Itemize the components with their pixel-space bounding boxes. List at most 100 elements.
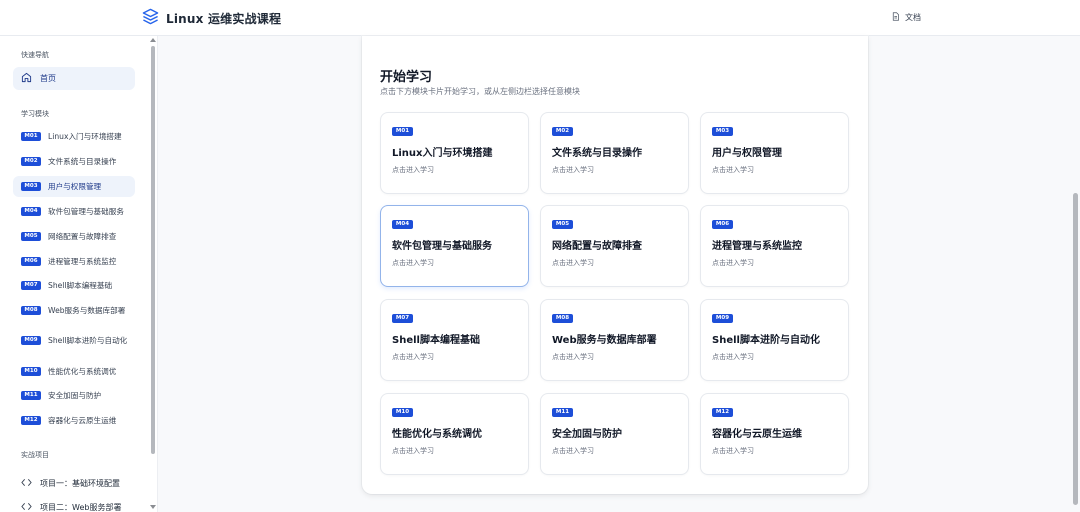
module-card[interactable]: M01 Linux入门与环境搭建 点击进入学习 [380, 112, 529, 194]
card-hint: 点击进入学习 [552, 353, 594, 361]
sidebar-item-module[interactable]: M03 用户与权限管理 [13, 176, 135, 197]
docs-link[interactable]: 文档 [891, 12, 921, 23]
page-subtitle: 点击下方模块卡片开始学习，或从左侧边栏选择任意模块 [380, 87, 580, 96]
module-badge: M06 [21, 257, 41, 266]
main-scroll-thumb[interactable] [1073, 193, 1078, 505]
module-badge: M12 [712, 408, 733, 417]
module-badge: M08 [21, 306, 41, 315]
card-title: 容器化与云原生运维 [712, 429, 802, 440]
page-title: 开始学习 [380, 70, 433, 85]
sidebar-item-module[interactable]: M06 进程管理与系统监控 [13, 251, 135, 272]
module-card[interactable]: M07 Shell脚本编程基础 点击进入学习 [380, 299, 529, 381]
card-title: Shell脚本编程基础 [392, 335, 480, 346]
sidebar-item-label: Shell脚本编程基础 [48, 281, 113, 290]
quick-nav-title: 快速导航 [21, 51, 49, 59]
scroll-up-arrow-icon[interactable] [150, 38, 156, 42]
sidebar-scroll-thumb[interactable] [151, 46, 155, 454]
top-header: Linux 运维实战课程 文档 [0, 0, 1080, 36]
card-hint: 点击进入学习 [712, 447, 754, 455]
module-badge: M01 [392, 127, 413, 136]
sidebar-item-label: 项目一：基础环境配置 [40, 479, 120, 488]
card-hint: 点击进入学习 [712, 353, 754, 361]
code-brackets-icon [21, 478, 32, 489]
sidebar-item-label: 用户与权限管理 [48, 182, 102, 191]
sidebar-item-module[interactable]: M08 Web服务与数据库部署 [13, 300, 135, 321]
scroll-down-arrow-icon[interactable] [150, 505, 156, 509]
sidebar-item-module[interactable]: M09 Shell脚本进阶与自动化 [13, 324, 135, 357]
card-title: 进程管理与系统监控 [712, 241, 802, 252]
sidebar-item-module[interactable]: M01 Linux入门与环境搭建 [13, 126, 135, 147]
card-hint: 点击进入学习 [552, 259, 594, 267]
sidebar-item-project[interactable]: 项目二：Web服务部署 [21, 502, 121, 512]
sidebar-item-label: 软件包管理与基础服务 [48, 207, 124, 216]
module-badge: M02 [21, 157, 41, 166]
card-title: 性能优化与系统调优 [392, 429, 482, 440]
card-title: 安全加固与防护 [552, 429, 622, 440]
card-title: Linux入门与环境搭建 [392, 148, 493, 159]
module-card[interactable]: M11 安全加固与防护 点击进入学习 [540, 393, 689, 475]
brand[interactable]: Linux 运维实战课程 [142, 8, 281, 29]
module-badge: M08 [552, 314, 573, 323]
module-badge: M07 [21, 281, 41, 290]
card-title: 网络配置与故障排查 [552, 241, 642, 252]
module-badge: M12 [21, 416, 41, 425]
module-badge: M09 [21, 336, 41, 345]
card-title: Web服务与数据库部署 [552, 335, 657, 346]
module-badge: M09 [712, 314, 733, 323]
sidebar-item-module[interactable]: M12 容器化与云原生运维 [13, 410, 135, 431]
module-card[interactable]: M10 性能优化与系统调优 点击进入学习 [380, 393, 529, 475]
card-hint: 点击进入学习 [392, 447, 434, 455]
sidebar-item-module[interactable]: M04 软件包管理与基础服务 [13, 201, 135, 222]
sidebar-item-project[interactable]: 项目一：基础环境配置 [21, 478, 120, 489]
card-hint: 点击进入学习 [712, 166, 754, 174]
card-title: 用户与权限管理 [712, 148, 782, 159]
module-badge: M05 [552, 220, 573, 229]
module-badge: M01 [21, 132, 41, 141]
module-badge: M10 [392, 408, 413, 417]
sidebar-item-module[interactable]: M10 性能优化与系统调优 [13, 361, 135, 382]
projects-section-title: 实战项目 [21, 451, 49, 459]
document-icon [891, 12, 900, 23]
module-badge: M03 [21, 182, 41, 191]
sidebar-item-label: Shell脚本进阶与自动化 [48, 336, 128, 345]
module-card[interactable]: M05 网络配置与故障排查 点击进入学习 [540, 205, 689, 287]
sidebar-item-label: 首页 [40, 74, 56, 83]
sidebar-item-label: 项目二：Web服务部署 [40, 503, 122, 512]
module-badge: M06 [712, 220, 733, 229]
card-hint: 点击进入学习 [392, 166, 434, 174]
module-card[interactable]: M03 用户与权限管理 点击进入学习 [700, 112, 849, 194]
modules-section-title: 学习模块 [21, 110, 49, 118]
sidebar-item-label: 容器化与云原生运维 [48, 416, 117, 425]
sidebar-item-module[interactable]: M07 Shell脚本编程基础 [13, 275, 135, 296]
module-card[interactable]: M08 Web服务与数据库部署 点击进入学习 [540, 299, 689, 381]
module-badge: M11 [552, 408, 573, 417]
module-badge: M05 [21, 232, 41, 241]
code-brackets-icon [21, 502, 32, 512]
module-card[interactable]: M12 容器化与云原生运维 点击进入学习 [700, 393, 849, 475]
sidebar-item-home[interactable]: 首页 [13, 67, 135, 90]
module-card[interactable]: M09 Shell脚本进阶与自动化 点击进入学习 [700, 299, 849, 381]
card-hint: 点击进入学习 [392, 353, 434, 361]
module-badge: M07 [392, 314, 413, 323]
card-hint: 点击进入学习 [552, 166, 594, 174]
sidebar-item-label: 安全加固与防护 [48, 391, 102, 400]
card-hint: 点击进入学习 [712, 259, 754, 267]
sidebar-item-label: 文件系统与目录操作 [48, 157, 117, 166]
module-card[interactable]: M06 进程管理与系统监控 点击进入学习 [700, 205, 849, 287]
card-title: 文件系统与目录操作 [552, 148, 642, 159]
module-badge: M04 [21, 207, 41, 216]
module-badge: M10 [21, 367, 41, 376]
sidebar: 快速导航 首页 学习模块 M01 Linux入门与环境搭建 M02 文件系统与目录操作… [0, 36, 158, 512]
sidebar-item-label: 进程管理与系统监控 [48, 257, 117, 266]
module-card[interactable]: M02 文件系统与目录操作 点击进入学习 [540, 112, 689, 194]
module-card[interactable]: M04 软件包管理与基础服务 点击进入学习 [380, 205, 529, 287]
sidebar-item-label: Web服务与数据库部署 [48, 306, 126, 315]
sidebar-item-label: 性能优化与系统调优 [48, 367, 117, 376]
sidebar-item-module[interactable]: M02 文件系统与目录操作 [13, 151, 135, 172]
module-badge: M11 [21, 391, 41, 400]
sidebar-item-module[interactable]: M11 安全加固与防护 [13, 385, 135, 406]
sidebar-item-module[interactable]: M05 网络配置与故障排查 [13, 226, 135, 247]
docs-label: 文档 [905, 13, 921, 22]
module-badge: M03 [712, 127, 733, 136]
card-title: 软件包管理与基础服务 [392, 241, 492, 252]
